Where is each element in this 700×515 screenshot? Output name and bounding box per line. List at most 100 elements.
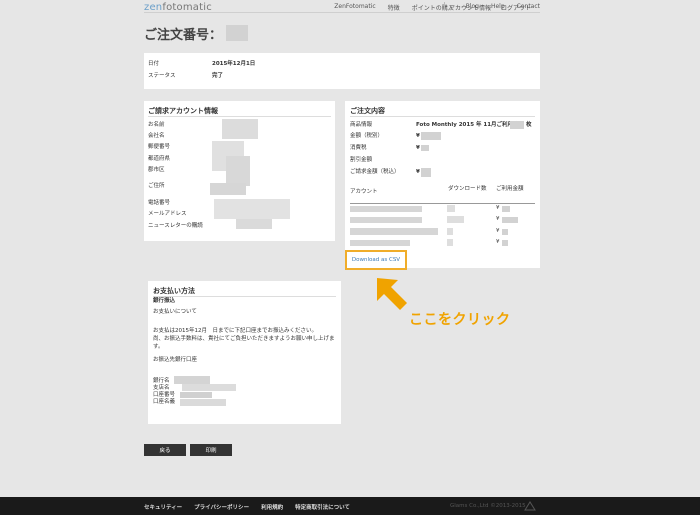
table-header-account: アカウント [350,189,378,195]
billing-account-card: ご請求アカウント情報 お名前 会社名 郵便番号 都道府県 郡市区 ご住所 電話番… [144,101,335,241]
row-label-product: 商品情報 [350,122,373,128]
print-button[interactable]: 印刷 [190,444,232,456]
billing-title: ご請求アカウント情報 [148,107,218,115]
amount-yen: ¥ [496,228,500,234]
redacted-downloads [447,216,464,223]
divider [350,116,535,117]
redacted-value [180,399,226,406]
redacted-value [180,392,212,398]
billing-label-newsletter: ニュースレターの購読 [148,223,203,229]
row-label-discount: 割引金額 [350,157,373,163]
date-label: 日付 [148,61,160,67]
redacted-order-number [226,25,248,41]
nav-item-account-info[interactable]: アカウント情報 [449,3,491,12]
row-value-amount: ¥ [416,133,420,139]
billing-label-city: 郡市区 [148,167,165,173]
divider [148,116,331,117]
nav-item-features[interactable]: 特徴 [388,3,400,12]
redacted-account [350,228,438,235]
redacted-downloads [447,239,453,246]
nav-underline [144,12,540,13]
redacted-value [421,168,431,177]
download-csv-link[interactable]: Download as CSV [345,250,407,270]
redacted-account [350,240,410,246]
redacted-account [350,217,422,223]
back-button-label: 戻る [159,448,171,454]
account-nav: アカウント情報 ログアウト [449,3,531,12]
payment-method-card: お支払い方法 銀行振込 お支払いについて お支払は2015年12月 日までに下記… [148,281,341,424]
redacted-downloads [447,205,455,212]
redacted-value [214,199,290,219]
download-csv-label: Download as CSV [351,257,401,263]
amount-yen: ¥ [496,216,500,222]
payment-note-line1: お支払は2015年12月 日までに下記口座までお振込みください。 [153,328,317,334]
order-contents-title: ご注文内容 [350,107,385,115]
redacted-amount [502,217,518,223]
amount-yen: ¥ [496,205,500,211]
divider [153,296,336,297]
order-contents-card: ご注文内容 商品情報 Foto Monthly 2015 年 11月ご利用分 枚… [345,101,540,268]
nav-item-buy-points[interactable]: ポイントの購入 [412,3,454,12]
row-value-total: ¥ [416,169,420,175]
redacted-value [210,183,246,195]
amount-yen: ¥ [496,239,500,245]
footer-link-security[interactable]: セキュリティー [144,503,182,511]
row-value-tax: ¥ [416,145,420,151]
billing-label-email: メールアドレス [148,211,187,217]
status-value: 完了 [212,73,224,79]
footer-logo-icon [524,501,536,511]
payment-note: お支払は2015年12月 日までに下記口座までお振込みください。 尚、お振込手数… [153,328,339,352]
date-value: 2015年12月1日 [212,61,256,67]
redacted-value [421,145,429,151]
page-title: ご注文番号： [144,28,223,43]
redacted-amount [502,240,508,246]
footer-link-privacy[interactable]: プライバシーポリシー [194,503,249,511]
row-label-amount: 金額（税別） [350,133,384,139]
redacted-account [350,206,422,212]
row-value-product: Foto Monthly 2015 年 11月ご利用分 [416,122,519,128]
nav-item-logout[interactable]: ログアウト [501,3,531,12]
nav-item-zenfotomatic[interactable]: ZenFotomatic [334,3,375,12]
order-summary-card: 日付 2015年12月1日 ステータス 完了 [144,53,540,89]
back-button[interactable]: 戻る [144,444,186,456]
top-bar: zenfotomatic ZenFotomatic 特徴 ポイントの購入 Blo… [0,0,700,14]
row-label-tax: 消費税 [350,145,367,151]
annotation-click-here: ここをクリック [409,312,511,328]
footer-copyright: Glams Co.,Ltd ©2013-2015 [450,503,526,509]
nav-divider [444,2,445,10]
redacted-value [421,132,441,140]
billing-label-prefecture: 都道府県 [148,156,171,162]
footer: セキュリティー プライバシーポリシー 利用規約 特定商取引法について Glams… [0,497,700,515]
payment-note-line2: 尚、お振込手数料は、貴社にてご負担いただきますようお願い申し上げます。 [153,335,335,350]
bank-label-account-holder: 口座名義 [153,399,176,405]
redacted-value [510,121,524,129]
footer-link-terms[interactable]: 利用規約 [261,503,283,511]
bank-label-name: 銀行名 [153,378,170,384]
bank-heading: お振込先銀行口座 [153,357,198,363]
table-header-amount: ご利用金額 [496,186,524,192]
billing-label-name: お名前 [148,122,165,128]
billing-label-company: 会社名 [148,133,165,139]
redacted-downloads [447,228,453,235]
footer-link-commerce-law[interactable]: 特定商取引法について [295,503,350,511]
table-header-divider [350,203,535,204]
redacted-value [222,119,258,139]
billing-label-phone: 電話番号 [148,200,171,206]
billing-label-address: ご住所 [148,183,165,189]
payment-method: 銀行振込 [153,298,176,304]
bank-label-account-number: 口座番号 [153,392,176,398]
redacted-amount [502,206,510,212]
bank-label-branch: 支店名 [153,385,170,391]
redacted-amount [502,229,508,235]
billing-label-postal: 郵便番号 [148,144,171,150]
redacted-value [182,384,236,391]
redacted-value [226,156,250,186]
payment-title: お支払い方法 [153,287,195,295]
redacted-value [236,219,272,229]
payment-about: お支払いについて [153,309,197,315]
row-value-product-suffix: 枚 [526,122,532,128]
table-header-downloads: ダウンロード数 [448,186,487,192]
annotation-arrow-icon [377,278,407,310]
status-label: ステータス [148,73,176,79]
row-label-total: ご請求金額（税込） [350,169,400,175]
